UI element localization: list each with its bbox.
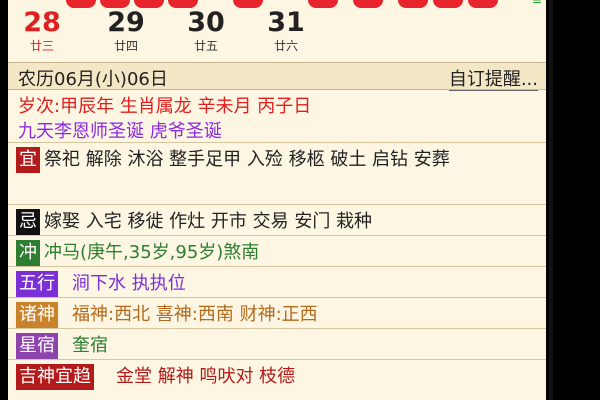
ji-label: 忌 [16, 209, 40, 235]
date-marker [66, 0, 96, 8]
almanac-row-jishen: 吉神宜趋 金堂 解神 鸣吠对 枝德 [8, 359, 546, 400]
holiday-line[interactable]: 九天李恩师圣诞 虎爷圣诞 [18, 117, 222, 143]
date-cell[interactable]: 30 廿五 [176, 8, 236, 54]
almanac-row-wuxing: 五行 涧下水 执执位 [8, 266, 546, 298]
ji-text: 嫁娶 入宅 移徙 作灶 开市 交易 安门 栽种 [44, 211, 373, 232]
date-row: 28 廿三 29 廿四 30 廿五 31 廿六 [8, 8, 546, 63]
almanac-row-chong: 冲 冲马(庚午,35岁,95岁)煞南 [8, 235, 546, 267]
lunar-date: 农历06月(小)06日 [18, 69, 168, 90]
calendar-panel: = 28 廿三 29 廿四 30 廿五 31 廿六 农历06月(小)06日 自订… [8, 0, 546, 400]
top-right-mark: = [531, 0, 542, 8]
date-marker [353, 0, 383, 8]
jishen-label: 吉神宜趋 [16, 364, 94, 390]
date-marker [468, 0, 498, 8]
date-lunar: 廿六 [273, 39, 298, 53]
date-lunar: 廿五 [193, 39, 218, 53]
date-lunar: 廿三 [29, 39, 54, 53]
almanac-row-ji: 忌 嫁娶 入宅 移徙 作灶 开市 交易 安门 栽种 [8, 204, 546, 236]
chong-text: 冲马(庚午,35岁,95岁)煞南 [44, 242, 260, 263]
date-number: 30 [187, 7, 225, 38]
zhushen-label: 诸神 [16, 302, 58, 328]
custom-reminder-link[interactable]: 自订提醒... [448, 65, 539, 91]
zhushen-text: 福神:西北 喜神:西南 财神:正西 [72, 304, 318, 325]
date-marker [233, 0, 263, 8]
wuxing-text: 涧下水 执执位 [72, 273, 186, 294]
date-marker [433, 0, 463, 8]
lunar-date-bar: 农历06月(小)06日 自订提醒... [8, 62, 546, 91]
date-number: 28 [23, 7, 61, 38]
date-lunar: 廿四 [113, 39, 138, 53]
chong-label: 冲 [16, 240, 40, 266]
date-cell[interactable]: 28 廿三 [12, 8, 72, 54]
yi-text: 祭祀 解除 沐浴 整手足甲 入殓 移柩 破土 启钻 安葬 [44, 149, 450, 170]
xingxiu-text: 奎宿 [72, 335, 108, 356]
almanac-row-zhushen: 诸神 福神:西北 喜神:西南 财神:正西 [8, 297, 546, 329]
date-cell[interactable]: 29 廿四 [96, 8, 156, 54]
jishen-text: 金堂 解神 鸣吠对 枝德 [116, 366, 296, 387]
date-marker [308, 0, 338, 8]
almanac-row-yi: 宜 祭祀 解除 沐浴 整手足甲 入殓 移柩 破土 启钻 安葬 [8, 142, 546, 205]
date-cell[interactable]: 31 廿六 [256, 8, 316, 54]
date-number: 31 [267, 7, 305, 38]
date-number: 29 [107, 7, 145, 38]
wuxing-label: 五行 [16, 271, 58, 297]
date-marker [398, 0, 428, 8]
almanac-row-xingxiu: 星宿 奎宿 [8, 328, 546, 360]
yi-label: 宜 [16, 147, 40, 173]
xingxiu-label: 星宿 [16, 333, 58, 359]
scrollbar[interactable] [549, 0, 553, 400]
suici-line: 岁次:甲辰年 生肖属龙 辛未月 丙子日 [18, 96, 312, 117]
